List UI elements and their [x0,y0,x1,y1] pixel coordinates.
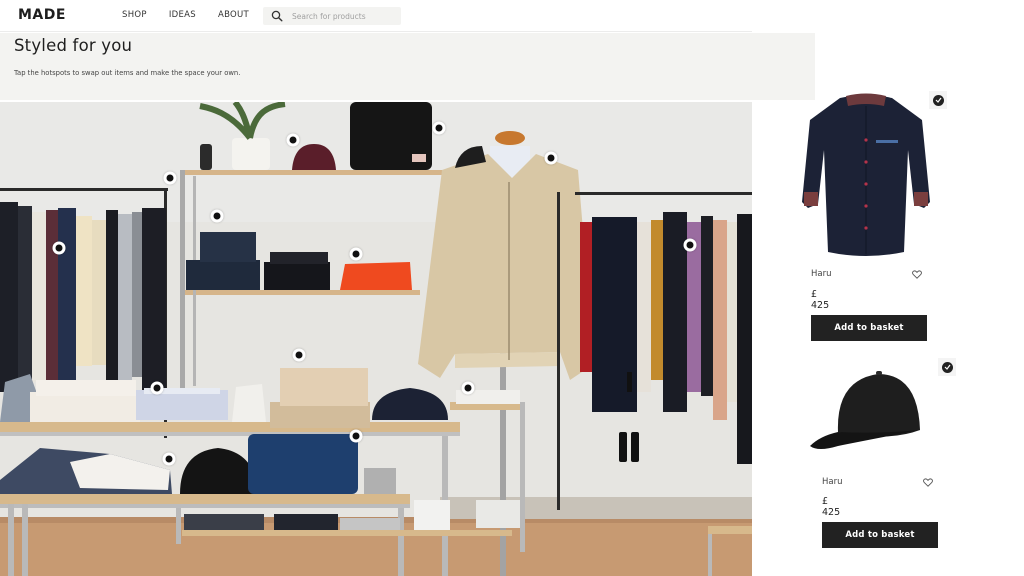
page: MADE SHOP IDEAS ABOUT Styled for you Tap… [0,0,1024,576]
nav-shop[interactable]: SHOP [122,10,147,20]
black-cap-image[interactable] [808,370,926,460]
page-title: Styled for you [14,36,133,55]
hotspot-beige-jacket[interactable] [544,151,558,165]
hotspot-jeans-stack[interactable] [210,209,224,223]
hotspot-orange-sweater[interactable] [349,247,363,261]
search-icon[interactable] [271,10,283,22]
heart-icon[interactable] [923,478,933,487]
selected-check-badge[interactable] [929,91,947,109]
hotspot-burgundy-cap[interactable] [286,133,300,147]
hotspot-shirt-on-rail[interactable] [52,241,66,255]
nav-about[interactable]: ABOUT [218,10,249,20]
hotspot-chino-stack[interactable] [292,348,306,362]
store-scene-illustration [0,102,752,576]
hotspot-blue-shorts[interactable] [349,429,363,443]
hotspot-rail-left[interactable] [163,171,177,185]
hotspot-striped-shirts[interactable] [150,381,164,395]
product-price: £ 425 [822,496,841,518]
logo[interactable]: MADE [18,7,66,23]
main-nav: SHOP IDEAS ABOUT [122,10,271,20]
hotspot-white-folded-shirt[interactable] [461,381,475,395]
product-name[interactable]: Haru [811,269,831,279]
hero-banner: Styled for you Tap the hotspots to swap … [0,33,815,100]
check-icon [932,94,944,106]
add-to-basket-button[interactable]: Add to basket [811,315,927,341]
add-to-basket-button[interactable]: Add to basket [822,522,938,548]
selected-check-badge[interactable] [938,358,956,376]
hotspot-backpack[interactable] [432,121,446,135]
store-scene-image [0,102,752,576]
search-box[interactable] [263,7,401,25]
product-name[interactable]: Haru [822,477,842,487]
page-subtitle: Tap the hotspots to swap out items and m… [14,69,241,77]
heart-icon[interactable] [912,270,922,279]
top-nav-bar: MADE SHOP IDEAS ABOUT [0,0,752,32]
hotspot-book[interactable] [162,452,176,466]
check-icon [941,361,953,373]
nav-ideas[interactable]: IDEAS [169,10,196,20]
navy-shirt-image[interactable] [800,92,932,260]
search-input[interactable] [292,11,392,21]
hotspot-purple-shirt[interactable] [683,238,697,252]
product-price: £ 425 [811,289,830,311]
